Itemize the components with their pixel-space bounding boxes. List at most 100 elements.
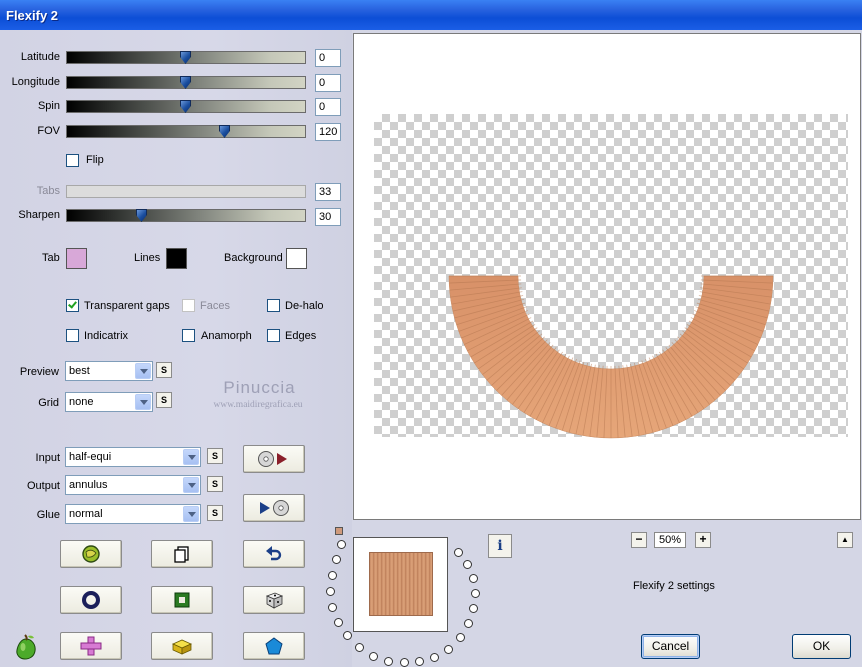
ring-dot[interactable] bbox=[332, 555, 341, 564]
cross-shape-button[interactable] bbox=[60, 632, 122, 660]
dehalo-checkbox[interactable] bbox=[267, 299, 280, 312]
tabs-slider[interactable] bbox=[66, 185, 306, 198]
fov-slider-thumb[interactable] bbox=[219, 125, 230, 138]
ring-shape-button[interactable] bbox=[60, 586, 122, 614]
longitude-input[interactable]: 0 bbox=[315, 74, 341, 92]
background-color-label: Background bbox=[224, 252, 283, 264]
ring-dot[interactable] bbox=[444, 645, 453, 654]
sharpen-label: Sharpen bbox=[18, 209, 60, 221]
chevron-down-icon[interactable] bbox=[183, 506, 199, 522]
block-shape-button[interactable] bbox=[151, 632, 213, 660]
randomize-globe-button[interactable] bbox=[60, 540, 122, 568]
latitude-slider[interactable] bbox=[66, 51, 306, 64]
chevron-down-icon[interactable] bbox=[183, 449, 199, 465]
glue-s-button[interactable]: S bbox=[207, 505, 223, 521]
ring-dot[interactable] bbox=[464, 619, 473, 628]
copy-icon bbox=[174, 546, 189, 563]
background-color-swatch[interactable] bbox=[286, 248, 307, 269]
chevron-down-icon[interactable] bbox=[135, 363, 151, 379]
play-disc-icon bbox=[260, 500, 289, 516]
save-preset-button[interactable] bbox=[243, 494, 305, 522]
ring-dot[interactable] bbox=[384, 657, 393, 666]
lines-color-swatch[interactable] bbox=[166, 248, 187, 269]
edges-checkbox[interactable] bbox=[267, 329, 280, 342]
longitude-slider-thumb[interactable] bbox=[180, 76, 191, 89]
zoom-out-button[interactable]: − bbox=[631, 532, 647, 548]
preview-s-button[interactable]: S bbox=[156, 362, 172, 378]
zoom-in-button[interactable]: + bbox=[695, 532, 711, 548]
preview-canvas[interactable] bbox=[353, 33, 861, 520]
ring-dot[interactable] bbox=[469, 574, 478, 583]
glue-select[interactable]: normal bbox=[65, 504, 201, 524]
ring-dot[interactable] bbox=[469, 604, 478, 613]
grid-s-button[interactable]: S bbox=[156, 392, 172, 408]
input-select[interactable]: half-equi bbox=[65, 447, 201, 467]
pentagon-icon bbox=[265, 637, 283, 655]
spin-slider[interactable] bbox=[66, 100, 306, 113]
copy-button[interactable] bbox=[151, 540, 213, 568]
ring-dot[interactable] bbox=[334, 618, 343, 627]
ring-handle[interactable] bbox=[335, 527, 343, 535]
source-thumbnail-image bbox=[369, 552, 433, 616]
output-select[interactable]: annulus bbox=[65, 475, 201, 495]
fov-input[interactable]: 120 bbox=[315, 123, 341, 141]
grid-select[interactable]: none bbox=[65, 392, 153, 412]
ring-dot[interactable] bbox=[454, 548, 463, 557]
input-label: Input bbox=[35, 452, 60, 464]
ring-dot[interactable] bbox=[328, 603, 337, 612]
flip-checkbox[interactable] bbox=[66, 154, 79, 167]
sharpen-slider[interactable] bbox=[66, 209, 306, 222]
input-s-button[interactable]: S bbox=[207, 448, 223, 464]
ring-dot[interactable] bbox=[355, 643, 364, 652]
info-button[interactable]: i bbox=[488, 534, 512, 558]
input-select-value: half-equi bbox=[69, 451, 112, 463]
disc-play-icon bbox=[258, 451, 287, 467]
ring-dot[interactable] bbox=[471, 589, 480, 598]
spin-slider-thumb[interactable] bbox=[180, 100, 191, 113]
sharpen-input[interactable]: 30 bbox=[315, 208, 341, 226]
latitude-slider-thumb[interactable] bbox=[180, 51, 191, 64]
preview-label: Preview bbox=[19, 366, 59, 378]
sharpen-slider-thumb[interactable] bbox=[136, 209, 147, 222]
title-bar: Flexify 2 bbox=[0, 0, 862, 30]
anamorph-checkbox[interactable] bbox=[182, 329, 195, 342]
ring-dot[interactable] bbox=[337, 540, 346, 549]
load-preset-button[interactable] bbox=[243, 445, 305, 473]
ring-dot[interactable] bbox=[326, 587, 335, 596]
ring-dot[interactable] bbox=[463, 560, 472, 569]
random-dice-button[interactable] bbox=[243, 586, 305, 614]
ring-dot[interactable] bbox=[328, 571, 337, 580]
cancel-button[interactable]: Cancel bbox=[641, 634, 700, 659]
check-mark-icon bbox=[68, 299, 77, 309]
output-s-button[interactable]: S bbox=[207, 476, 223, 492]
ring-dot[interactable] bbox=[430, 653, 439, 662]
scroll-up-button[interactable]: ▲ bbox=[837, 532, 853, 548]
undo-button[interactable] bbox=[243, 540, 305, 568]
ring-dot[interactable] bbox=[369, 652, 378, 661]
anamorph-label: Anamorph bbox=[201, 330, 252, 342]
transparent-gaps-checkbox[interactable] bbox=[66, 299, 79, 312]
longitude-slider[interactable] bbox=[66, 76, 306, 89]
ring-dot[interactable] bbox=[400, 658, 409, 667]
tabs-input[interactable]: 33 bbox=[315, 183, 341, 201]
glue-select-value: normal bbox=[69, 508, 103, 520]
ring-dot[interactable] bbox=[456, 633, 465, 642]
grid-select-value: none bbox=[69, 396, 94, 408]
ring-dot[interactable] bbox=[343, 631, 352, 640]
tab-color-swatch[interactable] bbox=[66, 248, 87, 269]
indicatrix-checkbox[interactable] bbox=[66, 329, 79, 342]
fov-slider[interactable] bbox=[66, 125, 306, 138]
ring-dot[interactable] bbox=[415, 657, 424, 666]
spin-input[interactable]: 0 bbox=[315, 98, 341, 116]
faces-checkbox[interactable] bbox=[182, 299, 195, 312]
pentagon-shape-button[interactable] bbox=[243, 632, 305, 660]
square-shape-button[interactable] bbox=[151, 586, 213, 614]
ok-button[interactable]: OK bbox=[792, 634, 851, 659]
source-thumbnail[interactable] bbox=[353, 537, 448, 632]
preview-select[interactable]: best bbox=[65, 361, 153, 381]
chevron-down-icon[interactable] bbox=[183, 477, 199, 493]
chevron-down-icon[interactable] bbox=[135, 394, 151, 410]
grid-label: Grid bbox=[38, 397, 59, 409]
latitude-input[interactable]: 0 bbox=[315, 49, 341, 67]
ring-icon bbox=[82, 591, 100, 609]
